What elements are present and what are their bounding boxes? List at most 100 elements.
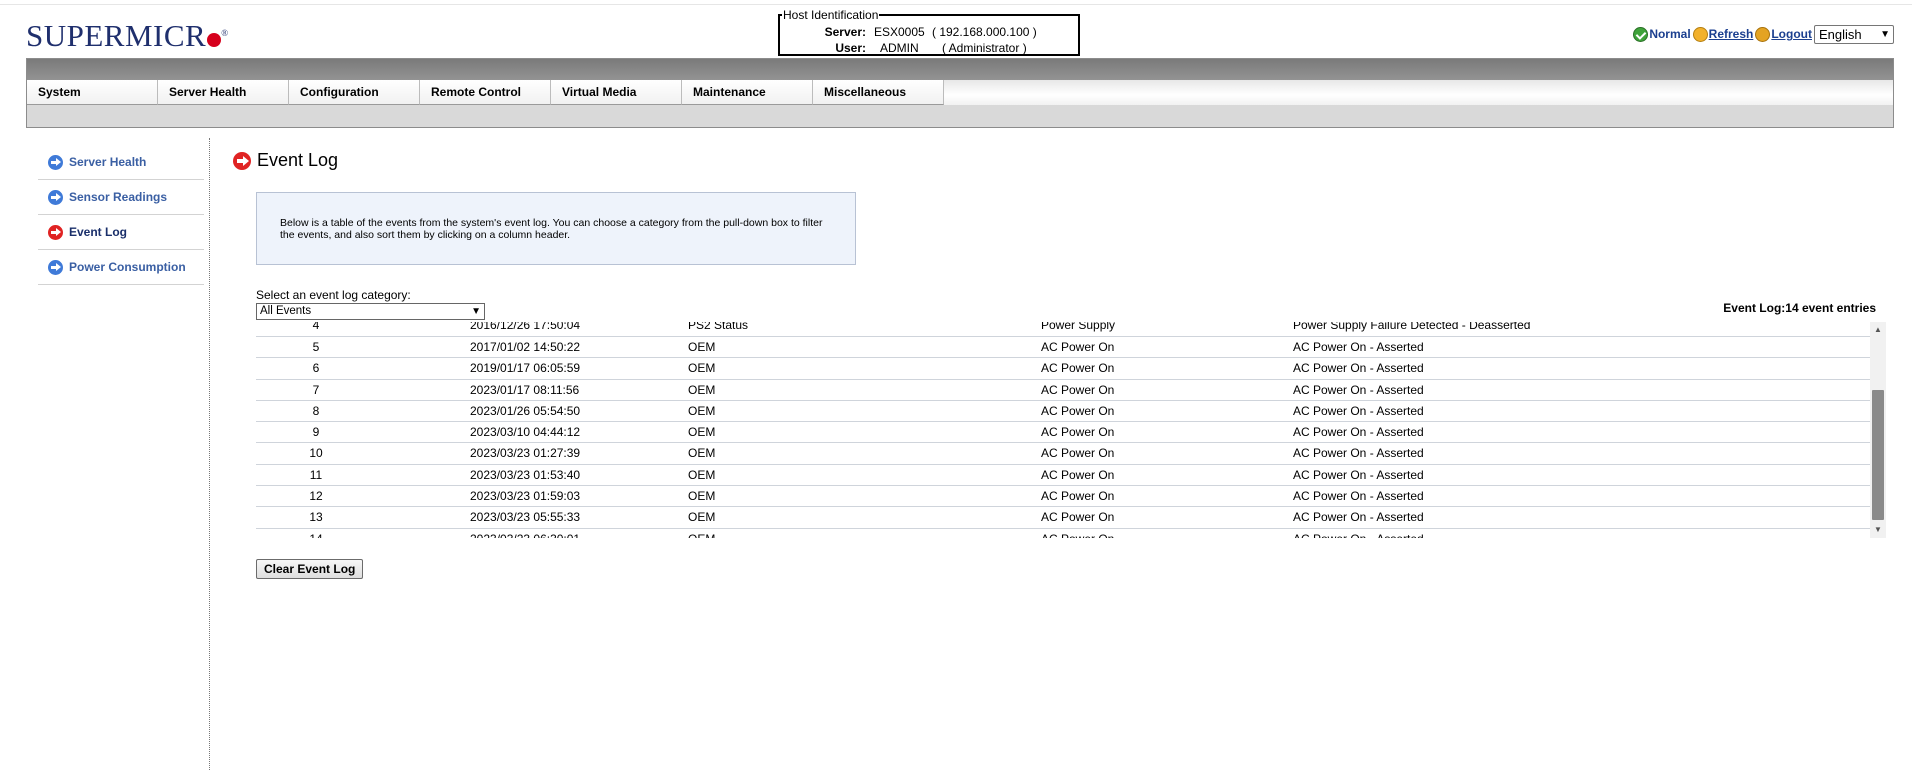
event-id: 14 (256, 532, 376, 538)
language-value: English (1819, 26, 1862, 42)
table-scrollbar[interactable]: ▲ ▼ (1870, 322, 1886, 538)
sidebar-item-server-health[interactable]: Server Health (38, 145, 204, 180)
logo-text: SUPERMICR (26, 18, 207, 53)
table-row[interactable]: 12 2023/03/23 01:59:03 OEM AC Power On AC Po… (256, 486, 1870, 508)
server-ip: ( 192.168.000.100 ) (932, 25, 1037, 39)
logo-registered-mark: ® (221, 28, 229, 38)
table-row[interactable]: 6 2019/01/17 06:05:59 OEM AC Power On AC Pow… (256, 358, 1870, 380)
refresh-icon[interactable] (1692, 26, 1708, 42)
event-type: AC Power On (1041, 532, 1114, 538)
chevron-down-icon: ▼ (1880, 28, 1890, 40)
sidebar-item-label: Power Consumption (69, 260, 186, 274)
sidebar-item-label: Sensor Readings (69, 190, 168, 204)
info-text: Below is a table of the events from the … (280, 217, 823, 241)
scrollbar-thumb[interactable] (1872, 390, 1884, 520)
table-row[interactable]: 9 2023/03/10 04:44:12 OEM AC Power On AC Pow… (256, 422, 1870, 444)
table-row[interactable]: 4 2016/12/26 17:50:04 PS2 Status Power Supp… (256, 322, 1870, 337)
event-type: AC Power On (1041, 361, 1115, 376)
event-time: 2016/12/26 17:50:04 (470, 322, 581, 332)
sidebar: Server Health Sensor Readings Event Log … (38, 145, 204, 285)
host-identification-legend: Host Identification (782, 8, 880, 22)
event-type: Power Supply (1041, 322, 1116, 332)
table-row[interactable]: 7 2023/01/17 08:11:56 OEM AC Power On AC Pow… (256, 380, 1870, 401)
scroll-down-icon[interactable]: ▼ (1870, 522, 1886, 538)
category-label: Select an event log category: (256, 288, 411, 302)
event-id: 13 (309, 510, 323, 525)
event-time: 2017/01/02 14:50:22 (470, 340, 581, 354)
arrow-right-circle-icon (48, 154, 63, 170)
event-type: AC Power On (1041, 446, 1115, 461)
event-time: 2023/01/26 05:54:50 (470, 403, 581, 418)
menu-configuration[interactable]: Configuration (289, 80, 420, 105)
table-row[interactable]: 10 2023/03/23 01:27:39 OEM AC Power On AC Po… (256, 443, 1870, 465)
event-description: AC Power On - Asserted (1293, 382, 1424, 397)
event-id: 10 (309, 446, 323, 461)
event-type: AC Power On (1041, 425, 1115, 440)
event-description: AC Power On - Asserted (1293, 510, 1424, 525)
table-row[interactable]: 11 2023/03/23 01:53:40 OEM AC Power On AC Po… (256, 465, 1870, 487)
event-type: AC Power On (1041, 340, 1115, 354)
menu-remote-control[interactable]: Remote Control (420, 80, 551, 105)
sidebar-item-power-consumption[interactable]: Power Consumption (38, 250, 204, 285)
table-row[interactable]: 13 2023/03/23 05:55:33 OEM AC Power On AC Po… (256, 507, 1870, 529)
event-description: AC Power On - Asserted (1293, 403, 1424, 418)
menu-system[interactable]: System (27, 80, 158, 105)
event-type: AC Power On (1041, 467, 1115, 482)
event-log-rows: 4 2016/12/26 17:50:04 PS2 Status Power Supp… (256, 322, 1870, 538)
event-type: AC Power On (1041, 510, 1115, 525)
event-id: 9 (312, 425, 320, 440)
event-description: AC Power On - Asserted (1293, 361, 1424, 376)
event-sensor: OEM (688, 425, 716, 440)
event-description: AC Power On - Asserted (1293, 446, 1424, 461)
table-row[interactable]: 5 2017/01/02 14:50:22 OEM AC Power On AC Pow… (256, 337, 1870, 359)
info-box: Below is a table of the events from the … (256, 192, 856, 265)
sidebar-item-sensor-readings[interactable]: Sensor Readings (38, 180, 204, 215)
table-row[interactable]: 8 2023/01/26 05:54:50 OEM AC Power On AC Pow… (256, 401, 1870, 423)
clear-event-log-button[interactable]: Clear Event Log (256, 559, 364, 579)
sidebar-item-label: Server Health (69, 155, 147, 169)
user-role: ( Administrator ) (942, 41, 1027, 55)
event-id: 5 (312, 340, 320, 354)
event-time: 2023/03/23 01:59:03 (470, 489, 581, 504)
event-description: AC Power On - Asserted (1293, 467, 1424, 482)
event-id: 7 (312, 382, 320, 397)
menu-miscellaneous[interactable]: Miscellaneous (813, 80, 944, 105)
host-identification: Host Identification Server: ESX0005 ( 19… (778, 8, 1080, 56)
event-log-table: 4 2016/12/26 17:50:04 PS2 Status Power Supp… (256, 322, 1886, 538)
logo-o-dot-icon (207, 33, 222, 47)
supermicro-logo: SUPERMICR ® (26, 18, 229, 54)
event-description: Power Supply Failure Detected - Deassert… (1293, 322, 1531, 332)
top-border (0, 0, 1912, 5)
table-row[interactable]: 14 2023/03/23 06:30:01 OEM AC Power On AC Po… (256, 529, 1870, 538)
event-sensor: OEM (688, 532, 715, 538)
page-title: Event Log (233, 150, 338, 171)
sidebar-item-label: Event Log (69, 225, 128, 239)
arrow-right-circle-icon (48, 224, 63, 240)
language-select[interactable]: English ▼ (1814, 24, 1894, 44)
menu-server-health[interactable]: Server Health (158, 80, 289, 105)
event-sensor: OEM (688, 361, 716, 376)
refresh-link[interactable]: Refresh (1709, 27, 1754, 41)
event-description: AC Power On - Asserted (1293, 340, 1424, 354)
event-sensor: PS2 Status (688, 322, 749, 332)
scroll-up-icon[interactable]: ▲ (1870, 322, 1886, 338)
user-label: User: (835, 41, 866, 55)
event-count: Event Log:14 event entries (1723, 301, 1876, 315)
event-id: 4 (312, 322, 320, 332)
event-description: AC Power On - Asserted (1293, 489, 1424, 504)
category-select[interactable]: All Events ▼ (256, 303, 485, 320)
event-id: 11 (309, 467, 323, 482)
event-sensor: OEM (688, 467, 716, 482)
event-time: 2023/03/23 06:30:01 (470, 532, 580, 538)
sidebar-divider (209, 138, 210, 770)
menu-maintenance[interactable]: Maintenance (682, 80, 813, 105)
sidebar-item-event-log[interactable]: Event Log (38, 215, 204, 250)
event-time: 2023/03/23 01:53:40 (470, 467, 581, 482)
event-sensor: OEM (688, 489, 716, 504)
logout-icon[interactable] (1755, 26, 1771, 42)
event-description: AC Power On - Asserted (1293, 425, 1424, 440)
logout-link[interactable]: Logout (1771, 27, 1812, 41)
event-id: 8 (312, 403, 320, 418)
menu-virtual-media[interactable]: Virtual Media (551, 80, 682, 105)
event-type: AC Power On (1041, 403, 1115, 418)
